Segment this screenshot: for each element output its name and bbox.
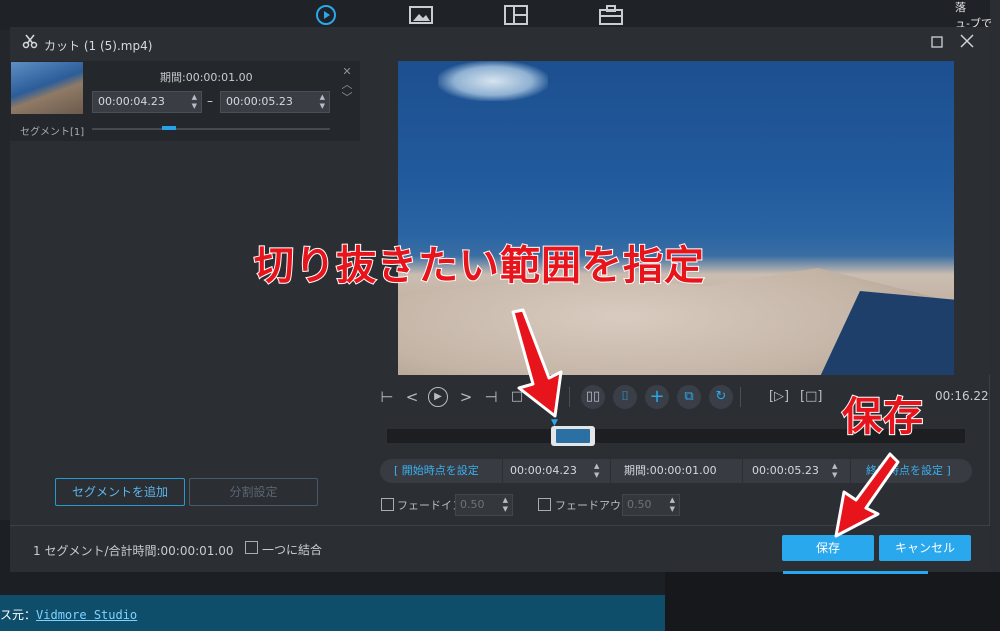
fade-in-label: フェードイン xyxy=(397,499,463,512)
trim-icon[interactable]: ⌷ xyxy=(613,385,637,409)
fade-out-value: 0.50 xyxy=(627,498,652,511)
range-start-input[interactable]: 00:00:04.23 xyxy=(510,459,577,483)
save-annotation-caption: 保存 xyxy=(841,393,924,441)
add-icon[interactable]: + xyxy=(645,385,669,409)
video-left-margin xyxy=(362,61,398,375)
set-start-button[interactable]: [ 開始時点を設定 xyxy=(394,459,479,483)
divider xyxy=(610,459,611,483)
convert-icon[interactable] xyxy=(313,2,339,28)
playback-timecode: 00:16.22 xyxy=(935,389,989,403)
play-segment-icon[interactable]: [▷] xyxy=(768,385,790,409)
split-icon[interactable]: ▯▯ xyxy=(581,385,605,409)
fade-in-value-input[interactable]: 0.50 ▲ ▼ xyxy=(455,494,513,516)
loop-segment-icon[interactable]: [□] xyxy=(800,385,822,409)
background-toolbar xyxy=(0,0,1000,30)
fade-out-checkbox[interactable] xyxy=(538,498,551,511)
copy-icon[interactable]: ⧉ xyxy=(677,385,701,409)
segment-start-value: 00:00:04.23 xyxy=(98,95,165,108)
segment-start-input[interactable]: 00:00:04.23 ▲ ▼ xyxy=(92,91,202,113)
timeline-clip-range[interactable] xyxy=(556,429,590,443)
background-bottom-panel xyxy=(665,572,1000,631)
delete-segment-icon[interactable]: ✕ xyxy=(340,65,354,78)
range-duration: 期間:00:00:01.00 xyxy=(624,464,717,477)
segment-duration: 期間:00:00:01.00 xyxy=(160,71,253,84)
segment-thumbnail xyxy=(11,62,83,114)
add-segment-button[interactable]: セグメントを追加 xyxy=(55,478,185,506)
segment-row-actions: ✕ ︿ ﹀ xyxy=(340,65,354,104)
split-settings-button[interactable]: 分割設定 xyxy=(189,478,318,506)
image-icon[interactable] xyxy=(408,2,434,28)
scissors-icon xyxy=(22,33,38,53)
merge-checkbox[interactable] xyxy=(245,541,258,554)
dialog-titlebar xyxy=(10,27,990,61)
spinner-icon[interactable]: ▲ ▼ xyxy=(192,93,197,111)
merge-label: 一つに結合 xyxy=(262,543,323,557)
fade-in-checkbox[interactable] xyxy=(381,498,394,511)
segment-summary: 1 セグメント/合計時間:00:00:01.00 xyxy=(33,544,234,558)
range-separator: – xyxy=(207,94,213,108)
collage-icon[interactable] xyxy=(503,2,529,28)
segment-end-input[interactable]: 00:00:05.23 ▲ ▼ xyxy=(220,91,330,113)
segment-mini-marker xyxy=(162,126,176,130)
fade-out-value-input[interactable]: 0.50 ▲ ▼ xyxy=(622,494,680,516)
fade-in-value: 0.50 xyxy=(460,498,485,511)
play-icon[interactable]: ▶ xyxy=(428,387,448,407)
segment-end-value: 00:00:05.23 xyxy=(226,95,293,108)
spinner-icon[interactable]: ▲ ▼ xyxy=(594,462,599,480)
video-right-margin xyxy=(954,61,990,375)
move-down-icon[interactable]: ﹀ xyxy=(340,91,354,104)
toolbox-icon[interactable] xyxy=(598,2,624,28)
background-progress-bar xyxy=(783,571,928,574)
spinner-icon[interactable]: ▲ ▼ xyxy=(670,496,675,514)
next-frame-icon[interactable]: > xyxy=(457,385,475,409)
dialog-title: カット (1 (5).mp4) xyxy=(44,39,153,53)
background-right-panel xyxy=(990,0,1000,631)
reset-icon[interactable]: ↻ xyxy=(709,385,733,409)
segment-label: セグメント[1] xyxy=(20,127,85,138)
preview-foam xyxy=(438,61,548,101)
previous-frame-icon[interactable]: < xyxy=(403,385,421,409)
segment-mini-track xyxy=(92,128,330,130)
save-annotation-arrow-icon xyxy=(834,452,900,538)
divider xyxy=(740,387,741,407)
source-label: ス元： xyxy=(0,608,37,622)
range-annotation-arrow-icon xyxy=(511,308,563,418)
divider xyxy=(502,459,503,483)
move-up-icon[interactable]: ︿ xyxy=(340,78,354,91)
maximize-icon[interactable] xyxy=(927,33,947,53)
range-end-input[interactable]: 00:00:05.23 xyxy=(752,459,819,483)
source-link[interactable]: Vidmore Studio xyxy=(36,608,137,622)
close-icon[interactable] xyxy=(957,33,977,53)
range-annotation-caption: 切り抜きたい範囲を指定 xyxy=(253,242,705,290)
go-to-end-icon[interactable]: ⊣ xyxy=(481,385,501,409)
go-to-start-icon[interactable]: ⊢ xyxy=(377,385,397,409)
background-source-line: ス元：Vidmore Studio xyxy=(0,606,137,623)
spinner-icon[interactable]: ▲ ▼ xyxy=(503,496,508,514)
divider xyxy=(742,459,743,483)
spinner-icon[interactable]: ▲ ▼ xyxy=(320,93,325,111)
background-sidebar xyxy=(0,30,10,520)
video-preview xyxy=(398,61,954,375)
fade-out-label: フェードアウト xyxy=(555,499,632,512)
